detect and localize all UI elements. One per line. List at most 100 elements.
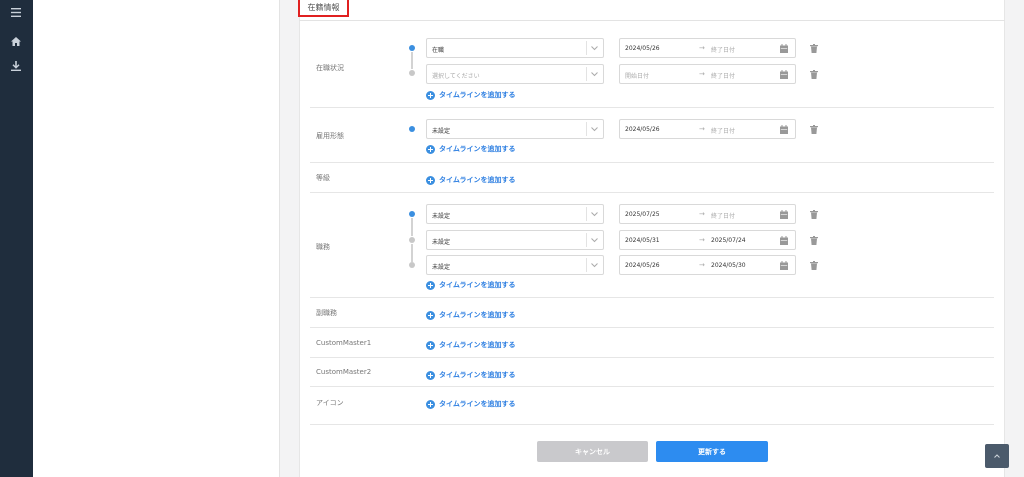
end-date-placeholder: 終了日付 [711, 73, 736, 80]
plus-circle-icon [426, 90, 435, 100]
download-icon[interactable] [8, 58, 24, 74]
position-label: 職務 [316, 243, 330, 251]
row-divider [310, 192, 994, 193]
plus-circle-icon [426, 399, 435, 409]
timeline-dot [409, 262, 415, 268]
start-date-placeholder: 開始日付 [625, 73, 650, 80]
calendar-icon [780, 261, 788, 270]
section-title: 在籍情報 [298, 0, 349, 17]
employment-select[interactable]: 未設定 [426, 119, 604, 139]
plus-circle-icon [426, 370, 435, 380]
select-value: 未設定 [432, 128, 451, 135]
position-select[interactable]: 未設定 [426, 255, 604, 275]
select-value: 在職 [432, 47, 445, 54]
trash-icon[interactable] [810, 44, 818, 53]
row-divider [310, 424, 994, 425]
timeline-line [411, 244, 413, 262]
trash-icon[interactable] [810, 210, 818, 219]
position-select[interactable]: 未設定 [426, 204, 604, 224]
row-divider [310, 162, 994, 163]
add-timeline-button[interactable]: タイムラインを追加する [426, 143, 516, 155]
left-panel [33, 0, 280, 477]
status-date-range[interactable]: 2024/05/26 → 終了日付 [619, 38, 796, 58]
start-date: 2024/05/31 [625, 237, 660, 244]
calendar-icon [780, 44, 788, 53]
chevron-down-icon [591, 212, 598, 217]
arrow-icon: → [699, 261, 705, 269]
employment-date-range[interactable]: 2024/05/26 → 終了日付 [619, 119, 796, 139]
custom-master2-label: CustomMaster2 [316, 368, 372, 376]
update-button[interactable]: 更新する [656, 441, 768, 462]
scroll-top-button[interactable] [985, 444, 1009, 468]
start-date: 2024/05/26 [625, 262, 660, 269]
add-timeline-button[interactable]: タイムラインを追加する [426, 309, 516, 321]
start-date: 2025/07/25 [625, 211, 660, 218]
calendar-icon [780, 236, 788, 245]
select-value: 未設定 [432, 213, 451, 220]
arrow-icon: → [699, 210, 705, 218]
timeline-dot [409, 211, 415, 217]
plus-circle-icon [426, 175, 435, 185]
select-value: 未設定 [432, 264, 451, 271]
timeline-line [411, 52, 413, 69]
add-timeline-button[interactable]: タイムラインを追加する [426, 89, 516, 101]
app-sidebar [0, 0, 33, 477]
add-timeline-button[interactable]: タイムラインを追加する [426, 279, 516, 291]
position-date-range[interactable]: 2025/07/25 → 終了日付 [619, 204, 796, 224]
end-date: 2025/07/24 [711, 237, 746, 244]
select-placeholder: 選択してください [432, 73, 480, 80]
end-date-placeholder: 終了日付 [711, 213, 736, 220]
grade-label: 等級 [316, 174, 330, 182]
add-timeline-button[interactable]: タイムラインを追加する [426, 398, 516, 410]
calendar-icon [780, 125, 788, 134]
timeline-line [411, 218, 413, 236]
row-divider [310, 297, 994, 298]
arrow-icon: → [699, 44, 705, 52]
add-timeline-button[interactable]: タイムラインを追加する [426, 369, 516, 381]
position-select[interactable]: 未設定 [426, 230, 604, 250]
chevron-down-icon [591, 127, 598, 132]
status-date-range[interactable]: 開始日付 → 終了日付 [619, 64, 796, 84]
arrow-icon: → [699, 236, 705, 244]
cancel-button[interactable]: キャンセル [537, 441, 648, 462]
title-divider [299, 20, 1005, 21]
status-select[interactable]: 在職 [426, 38, 604, 58]
trash-icon[interactable] [810, 261, 818, 270]
chevron-down-icon [591, 72, 598, 77]
position-date-range[interactable]: 2024/05/26 → 2024/05/30 [619, 255, 796, 275]
menu-icon[interactable] [8, 4, 24, 20]
trash-icon[interactable] [810, 70, 818, 79]
plus-circle-icon [426, 144, 435, 154]
row-divider [310, 107, 994, 108]
plus-circle-icon [426, 340, 435, 350]
position-date-range[interactable]: 2024/05/31 → 2025/07/24 [619, 230, 796, 250]
add-timeline-button[interactable]: タイムラインを追加する [426, 339, 516, 351]
chevron-down-icon [591, 46, 598, 51]
row-divider [310, 327, 994, 328]
add-timeline-button[interactable]: タイムラインを追加する [426, 174, 516, 186]
end-date: 2024/05/30 [711, 262, 746, 269]
start-date: 2024/05/26 [625, 126, 660, 133]
select-value: 未設定 [432, 239, 451, 246]
chevron-down-icon [591, 263, 598, 268]
calendar-icon [780, 210, 788, 219]
chevron-down-icon [591, 238, 598, 243]
end-date-placeholder: 終了日付 [711, 47, 736, 54]
home-icon[interactable] [8, 33, 24, 49]
status-select[interactable]: 選択してください [426, 64, 604, 84]
sub-position-label: 副職務 [316, 309, 337, 317]
plus-circle-icon [426, 280, 435, 290]
timeline-dot [409, 45, 415, 51]
end-date-placeholder: 終了日付 [711, 128, 736, 135]
timeline-dot [409, 70, 415, 76]
trash-icon[interactable] [810, 125, 818, 134]
start-date: 2024/05/26 [625, 45, 660, 52]
chevron-up-icon [994, 454, 1000, 458]
timeline-dot [409, 237, 415, 243]
arrow-icon: → [699, 125, 705, 133]
icon-label: アイコン [316, 399, 344, 407]
timeline-dot [409, 126, 415, 132]
arrow-icon: → [699, 70, 705, 78]
employment-label: 雇用形態 [316, 132, 344, 140]
trash-icon[interactable] [810, 236, 818, 245]
